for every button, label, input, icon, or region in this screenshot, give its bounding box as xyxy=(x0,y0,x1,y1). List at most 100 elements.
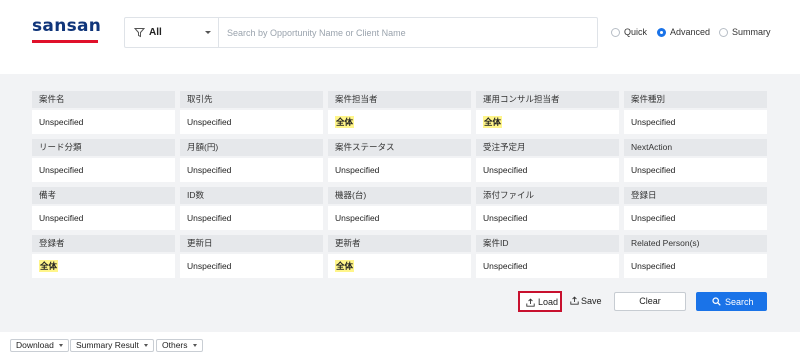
field-value[interactable]: Unspecified xyxy=(624,158,767,182)
field-value[interactable]: 全体 xyxy=(328,110,471,134)
field-value-text: Unspecified xyxy=(631,117,676,127)
criteria-field[interactable]: 月額(円) Unspecified xyxy=(180,139,323,182)
field-value[interactable]: 全体 xyxy=(328,254,471,278)
results-toolbar: Download Summary Result Others xyxy=(0,332,800,352)
upload-icon xyxy=(570,296,579,305)
field-value[interactable]: Unspecified xyxy=(180,110,323,134)
field-label: 案件担当者 xyxy=(328,91,471,108)
clear-button[interactable]: Clear xyxy=(614,292,686,311)
mode-quick-label: Quick xyxy=(624,27,648,37)
criteria-field[interactable]: 登録者 全体 xyxy=(32,235,175,278)
field-value-text: Unspecified xyxy=(631,213,676,223)
field-value[interactable]: Unspecified xyxy=(180,254,323,278)
field-label: Related Person(s) xyxy=(624,235,767,252)
chevron-down-icon xyxy=(205,31,211,34)
criteria-field[interactable]: リード分類 Unspecified xyxy=(32,139,175,182)
field-value-text: Unspecified xyxy=(335,165,380,175)
criteria-field[interactable]: NextAction Unspecified xyxy=(624,139,767,182)
field-label: リード分類 xyxy=(32,139,175,156)
criteria-field[interactable]: Related Person(s) Unspecified xyxy=(624,235,767,278)
summary-result-dropdown[interactable]: Summary Result xyxy=(70,339,154,352)
field-value-text: Unspecified xyxy=(187,117,232,127)
highlight-value: 全体 xyxy=(483,116,503,128)
field-value-text: Unspecified xyxy=(187,213,232,223)
load-button[interactable]: Load xyxy=(518,291,562,312)
field-value[interactable]: Unspecified xyxy=(180,158,323,182)
criteria-field[interactable]: 案件名 Unspecified xyxy=(32,91,175,134)
field-value[interactable]: 全体 xyxy=(32,254,175,278)
criteria-field[interactable]: 更新者 全体 xyxy=(328,235,471,278)
criteria-field[interactable]: 案件担当者 全体 xyxy=(328,91,471,134)
field-value[interactable]: Unspecified xyxy=(32,158,175,182)
sansan-logo[interactable]: sansan xyxy=(32,16,102,43)
field-value[interactable]: 全体 xyxy=(476,110,619,134)
save-button[interactable]: Save xyxy=(567,291,603,311)
criteria-field[interactable]: 取引先 Unspecified xyxy=(180,91,323,134)
field-value-text: Unspecified xyxy=(39,213,84,223)
highlight-value: 全体 xyxy=(39,260,59,272)
field-value[interactable]: Unspecified xyxy=(328,206,471,230)
field-value-text: Unspecified xyxy=(39,117,84,127)
mode-advanced-label: Advanced xyxy=(670,27,711,37)
criteria-field[interactable]: 運用コンサル担当者 全体 xyxy=(476,91,619,134)
search-label: Search xyxy=(725,297,754,307)
mode-summary-radio[interactable] xyxy=(719,28,728,37)
field-value-text: Unspecified xyxy=(187,261,232,271)
chevron-down-icon xyxy=(192,344,197,347)
field-label: 機器(台) xyxy=(328,187,471,204)
mode-advanced-radio[interactable] xyxy=(657,28,666,37)
field-label: 案件種別 xyxy=(624,91,767,108)
field-value[interactable]: Unspecified xyxy=(476,254,619,278)
criteria-field[interactable]: 案件ステータス Unspecified xyxy=(328,139,471,182)
criteria-field[interactable]: 案件種別 Unspecified xyxy=(624,91,767,134)
download-dropdown[interactable]: Download xyxy=(10,339,69,352)
field-label: 添付ファイル xyxy=(476,187,619,204)
criteria-field[interactable]: 機器(台) Unspecified xyxy=(328,187,471,230)
criteria-field[interactable]: 更新日 Unspecified xyxy=(180,235,323,278)
field-value[interactable]: Unspecified xyxy=(328,158,471,182)
others-dropdown[interactable]: Others xyxy=(156,339,203,352)
field-value[interactable]: Unspecified xyxy=(624,110,767,134)
filter-dropdown[interactable]: All xyxy=(125,18,219,47)
upload-icon xyxy=(526,298,535,307)
field-value-text: Unspecified xyxy=(187,165,232,175)
app-header: sansan All Quick Advanced Summary xyxy=(0,0,800,74)
field-value[interactable]: Unspecified xyxy=(476,206,619,230)
load-label: Load xyxy=(538,297,559,307)
criteria-field[interactable]: 登録日 Unspecified xyxy=(624,187,767,230)
advanced-search-panel: 案件名 Unspecified 取引先 Unspecified 案件担当者 全体… xyxy=(0,74,800,332)
field-label: 備考 xyxy=(32,187,175,204)
field-value[interactable]: Unspecified xyxy=(624,206,767,230)
highlight-value: 全体 xyxy=(335,260,355,272)
field-value[interactable]: Unspecified xyxy=(476,158,619,182)
logo-underline xyxy=(32,40,98,43)
search-bar: All xyxy=(124,17,598,48)
field-label: 登録者 xyxy=(32,235,175,252)
field-value[interactable]: Unspecified xyxy=(32,110,175,134)
criteria-field[interactable]: ID数 Unspecified xyxy=(180,187,323,230)
download-label: Download xyxy=(16,340,54,350)
criteria-field[interactable]: 受注予定月 Unspecified xyxy=(476,139,619,182)
funnel-icon xyxy=(134,28,145,38)
logo-text: sansan xyxy=(32,16,102,36)
criteria-field[interactable]: 添付ファイル Unspecified xyxy=(476,187,619,230)
field-label: 月額(円) xyxy=(180,139,323,156)
field-value[interactable]: Unspecified xyxy=(32,206,175,230)
search-button[interactable]: Search xyxy=(696,292,767,311)
criteria-field[interactable]: 備考 Unspecified xyxy=(32,187,175,230)
field-label: 更新者 xyxy=(328,235,471,252)
field-value[interactable]: Unspecified xyxy=(624,254,767,278)
field-label: 案件ステータス xyxy=(328,139,471,156)
field-label: 運用コンサル担当者 xyxy=(476,91,619,108)
field-label: 更新日 xyxy=(180,235,323,252)
field-value-text: Unspecified xyxy=(39,165,84,175)
field-label: 受注予定月 xyxy=(476,139,619,156)
mode-quick-radio[interactable] xyxy=(611,28,620,37)
others-label: Others xyxy=(162,340,188,350)
criteria-field[interactable]: 案件ID Unspecified xyxy=(476,235,619,278)
search-input[interactable] xyxy=(227,24,589,42)
field-label: 取引先 xyxy=(180,91,323,108)
mode-summary-label: Summary xyxy=(732,27,771,37)
field-value[interactable]: Unspecified xyxy=(180,206,323,230)
filter-label: All xyxy=(149,27,162,38)
